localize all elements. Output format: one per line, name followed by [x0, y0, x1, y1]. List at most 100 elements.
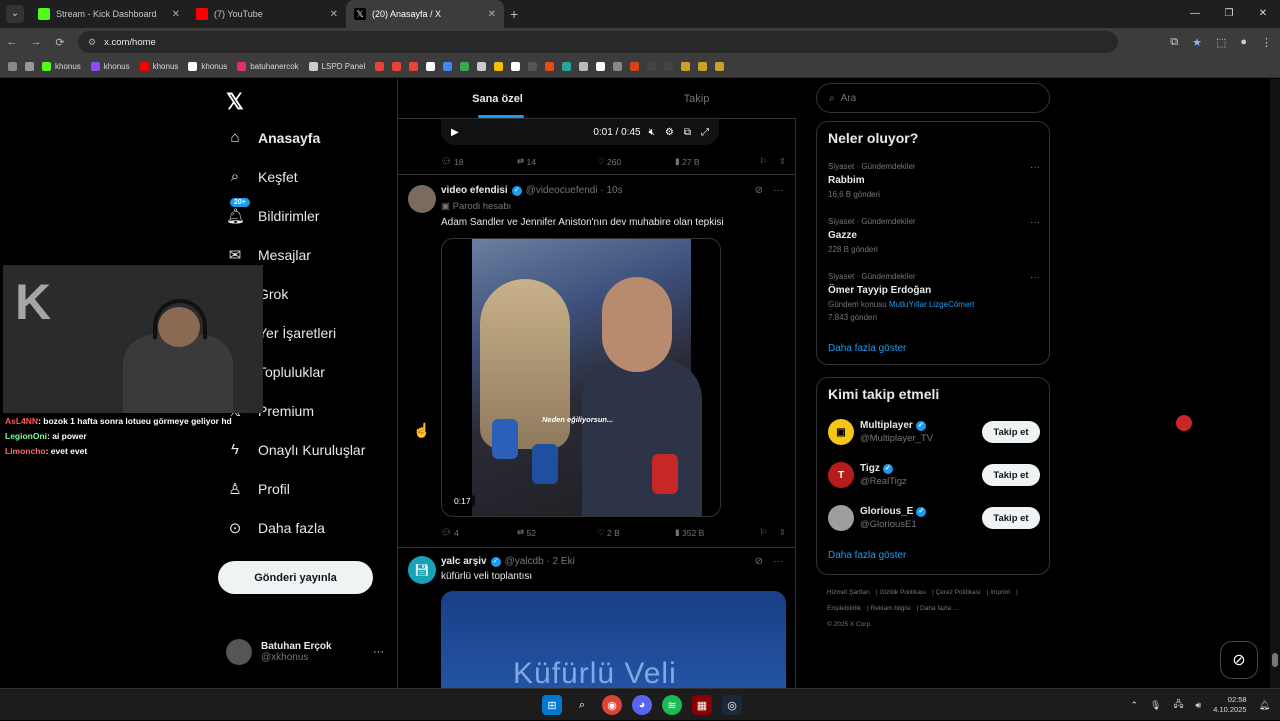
tab-youtube[interactable]: (7) YouTube ✕: [188, 0, 346, 28]
bookmark-icon[interactable]: [715, 62, 725, 71]
volume-icon[interactable]: 🔊︎: [1196, 700, 1202, 711]
bookmark-icon[interactable]: [579, 62, 589, 71]
author-name[interactable]: video efendisi: [441, 185, 508, 196]
grok-icon[interactable]: ⊘: [755, 185, 763, 196]
reply-button[interactable]: 💬︎ 18: [441, 156, 517, 167]
pip-icon[interactable]: ⧉: [684, 127, 691, 138]
close-icon[interactable]: ✕: [172, 9, 180, 20]
bookmark-item[interactable]: batuhanercok: [237, 62, 299, 71]
x-logo-icon[interactable]: 𝕏: [226, 89, 244, 115]
bookmark-icon[interactable]: [494, 62, 504, 71]
footer-link[interactable]: Reklam bilgisi: [870, 605, 910, 612]
extensions-icon[interactable]: ⬚: [1216, 36, 1226, 49]
bookmark-item[interactable]: LSPD Panel: [308, 62, 365, 71]
follow-suggestion[interactable]: ▣ Multiplayer ✓ @Multiplayer_TV Takip et: [828, 414, 1040, 450]
show-more-link[interactable]: Daha fazla göster: [828, 343, 906, 354]
play-icon[interactable]: ▶: [451, 127, 459, 138]
more-icon[interactable]: ···: [773, 556, 783, 567]
tab-x[interactable]: 𝕏 (20) Anasayfa / X ✕: [346, 0, 504, 28]
bookmark-icon[interactable]: ⚐: [759, 156, 767, 167]
chevron-up-icon[interactable]: ⌃: [1130, 700, 1138, 711]
more-icon[interactable]: ···: [1030, 162, 1040, 173]
apps-icon[interactable]: [8, 62, 17, 71]
trend-item[interactable]: Siyaset · Gündemdekiler Ömer Tayyip Erdo…: [828, 272, 1040, 322]
bookmark-icon[interactable]: [528, 62, 538, 71]
bookmark-icon[interactable]: [664, 62, 674, 71]
search-icon[interactable]: ⌕: [572, 695, 592, 715]
nav-home[interactable]: ⌂ Anasayfa: [226, 129, 320, 146]
steam-icon[interactable]: ◎: [722, 695, 742, 715]
repost-button[interactable]: ⇄ 14: [517, 156, 597, 167]
views-button[interactable]: ▮ 27 B: [675, 156, 757, 167]
mute-icon[interactable]: 🔇︎: [649, 127, 655, 138]
account-switcher[interactable]: Batuhan Erçok @xkhonus ···: [226, 639, 386, 665]
bookmark-item[interactable]: khonus: [90, 62, 130, 71]
clock[interactable]: 02:58 4.10.2025: [1213, 695, 1246, 715]
back-button[interactable]: ←: [0, 36, 24, 48]
bookmark-icon[interactable]: [477, 62, 487, 71]
bookmark-icon[interactable]: [596, 62, 606, 71]
bookmark-icon[interactable]: [426, 62, 436, 71]
footer-link[interactable]: Daha fazla ...: [920, 605, 958, 612]
forward-button[interactable]: →: [24, 36, 48, 48]
views-button[interactable]: ▮ 352 B: [675, 527, 757, 538]
close-window-button[interactable]: ✕: [1246, 0, 1280, 28]
tab-following[interactable]: Takip: [597, 79, 796, 118]
menu-icon[interactable]: ⋮: [1261, 36, 1272, 49]
like-button[interactable]: ♡ 2 B: [597, 527, 675, 538]
footer-link[interactable]: Hizmet Şartları: [827, 589, 870, 596]
restore-button[interactable]: ❐: [1212, 0, 1246, 28]
url-input[interactable]: ⚙ x.com/home: [78, 31, 1118, 53]
windows-start-icon[interactable]: ⊞: [542, 695, 562, 715]
network-icon[interactable]: 🖧︎: [1173, 697, 1183, 713]
bookmark-icon[interactable]: [460, 62, 470, 71]
share-icon[interactable]: ⇪: [779, 156, 786, 167]
like-button[interactable]: ♡ 260: [597, 156, 675, 167]
grok-button[interactable]: ⊘: [1220, 641, 1258, 679]
avatar[interactable]: 💾︎: [408, 556, 436, 584]
more-icon[interactable]: ···: [373, 646, 384, 658]
more-icon[interactable]: ···: [1030, 272, 1040, 283]
bookmark-item[interactable]: khonus: [188, 62, 227, 71]
settings-icon[interactable]: ⚙: [665, 127, 674, 138]
footer-link[interactable]: Erişilebilirlik: [827, 605, 861, 612]
author-handle[interactable]: @yalcdb · 2 Eki: [505, 556, 575, 567]
follow-suggestion[interactable]: Glorious_E ✓ @GloriousE1 Takip et: [828, 500, 1040, 536]
nav-messages[interactable]: ✉ Mesajlar: [226, 246, 311, 264]
scrollbar[interactable]: [1270, 79, 1280, 688]
bookmark-icon[interactable]: [613, 62, 623, 71]
close-icon[interactable]: ✕: [488, 9, 496, 20]
search-input[interactable]: ⌕ Ara: [816, 83, 1050, 113]
nav-profile[interactable]: ♙ Profil: [226, 480, 290, 498]
bookmark-icon[interactable]: [698, 62, 708, 71]
profile-avatar[interactable]: ●: [1240, 36, 1247, 48]
footer-link[interactable]: Gizlilik Politikası: [879, 589, 926, 596]
reload-button[interactable]: ⟳: [48, 36, 72, 49]
follow-button[interactable]: Takip et: [982, 421, 1040, 443]
tweet-video[interactable]: Küfürlü Veli: [441, 591, 786, 688]
share-icon[interactable]: ⇪: [779, 527, 786, 538]
bookmark-icon[interactable]: [545, 62, 555, 71]
new-tab-button[interactable]: +: [510, 6, 518, 22]
folder-icon[interactable]: [25, 62, 34, 71]
footer-link[interactable]: Imprint: [990, 589, 1010, 596]
grok-icon[interactable]: ⊘: [755, 556, 763, 567]
bookmark-icon[interactable]: [681, 62, 691, 71]
tab-kick[interactable]: Stream - Kick Dashboard ✕: [30, 0, 188, 28]
bookmark-icon[interactable]: [630, 62, 640, 71]
more-icon[interactable]: ···: [773, 185, 783, 196]
author-name[interactable]: yalc arşiv: [441, 556, 487, 567]
cast-icon[interactable]: ⧉: [1170, 36, 1178, 49]
bookmark-icon[interactable]: ⚐: [759, 527, 767, 538]
bookmark-star-icon[interactable]: ★: [1192, 36, 1202, 49]
more-icon[interactable]: ···: [1030, 217, 1040, 228]
close-icon[interactable]: ✕: [330, 9, 338, 20]
trend-item[interactable]: Siyaset · Gündemdekiler Rabbim 16,6 B gö…: [828, 162, 1040, 199]
discord-icon[interactable]: ◕: [632, 695, 652, 715]
trend-item[interactable]: Siyaset · Gündemdekiler Gazze 228 B gönd…: [828, 217, 1040, 254]
bookmark-icon[interactable]: [443, 62, 453, 71]
gmail-icon[interactable]: [375, 62, 385, 71]
scrollbar-thumb[interactable]: [1272, 653, 1278, 667]
gmail-icon[interactable]: [392, 62, 402, 71]
tab-for-you[interactable]: Sana özel: [398, 79, 597, 118]
